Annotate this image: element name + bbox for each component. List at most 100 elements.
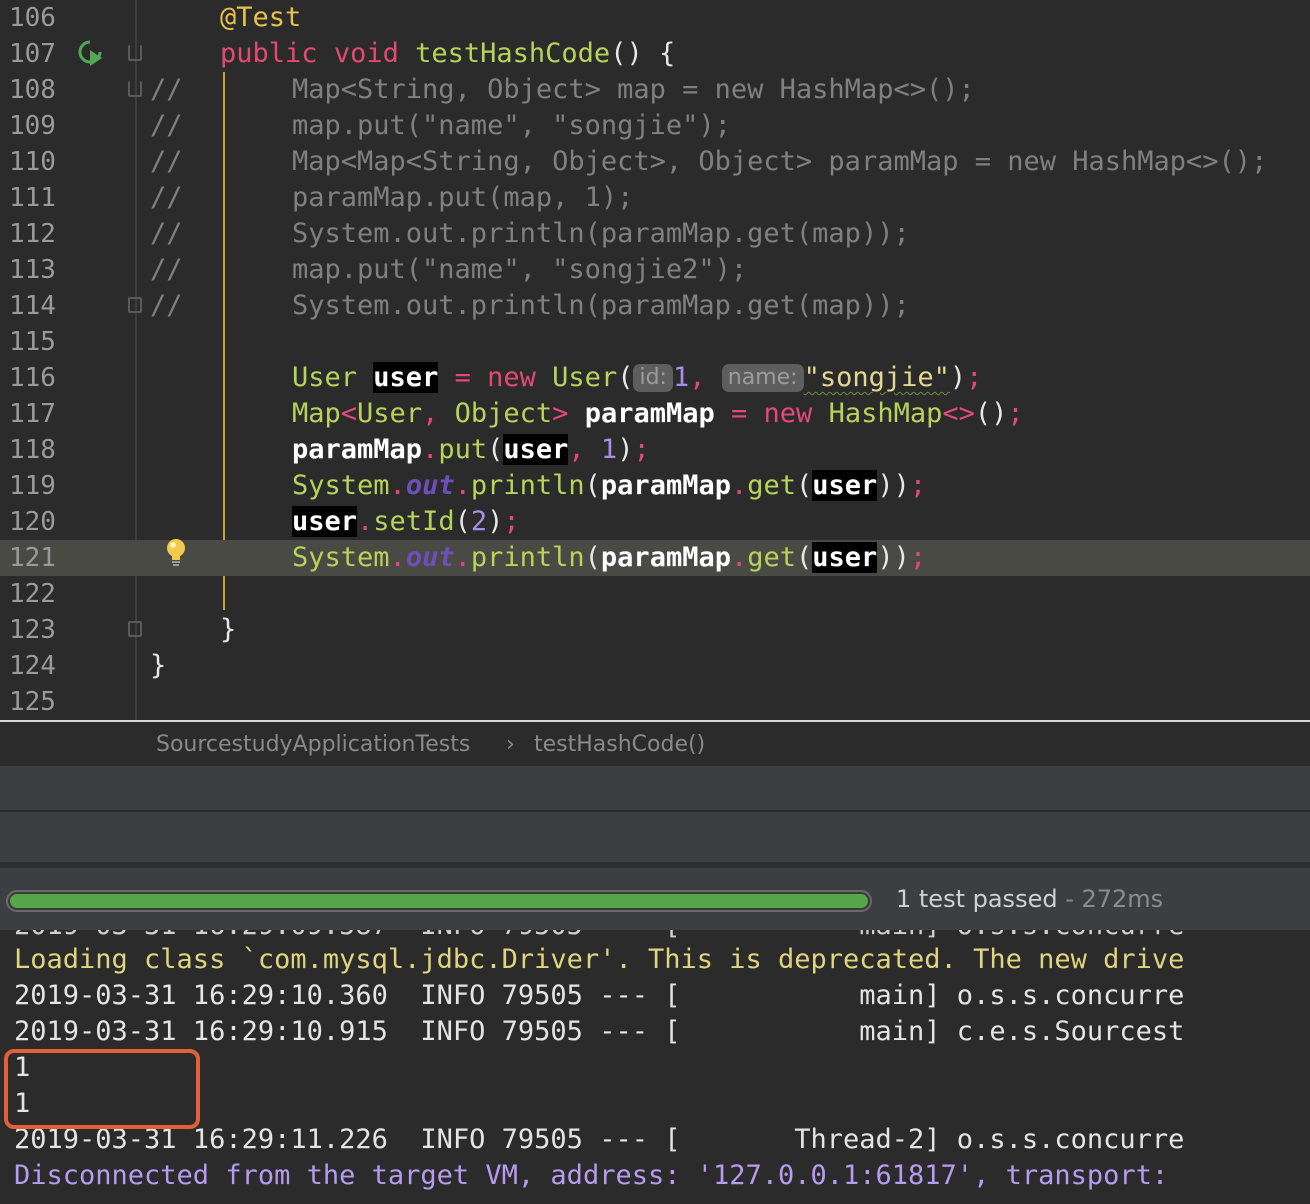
code-editor[interactable]: 106 @Test 107 public void testHashCode()…	[0, 0, 1310, 720]
comment-text: System.out.println(paramMap.get(map));	[292, 290, 910, 321]
line-number: 106	[9, 3, 56, 33]
method-call: put	[438, 434, 488, 465]
string-literal: "songjie"	[803, 362, 950, 393]
code-line-current[interactable]: 121 System.out.println(paramMap.get(user…	[0, 539, 1310, 576]
intention-bulb-icon[interactable]	[164, 536, 188, 568]
tool-window-toolbar	[0, 812, 1310, 868]
fold-marker-icon[interactable]	[128, 45, 142, 61]
console-line: Loading class `com.mysql.jdbc.Driver'. T…	[14, 944, 1185, 975]
code-line[interactable]: 114 // System.out.println(paramMap.get(m…	[0, 288, 1310, 324]
code-line[interactable]: 118 paramMap.put(user, 1);	[0, 432, 1310, 468]
comment-text: map.put("name", "songjie2");	[292, 254, 748, 285]
code-line[interactable]: 117 Map<User, Object> paramMap = new Has…	[0, 396, 1310, 432]
variable-user: user	[292, 506, 358, 537]
test-progress-fill	[10, 894, 868, 908]
comment-text: Map<String, Object> map = new HashMap<>(…	[292, 74, 975, 105]
number-literal: 1	[672, 362, 690, 393]
type-name: Object	[454, 398, 553, 429]
comment-text: map.put("name", "songjie");	[292, 110, 731, 141]
closing-brace: }	[220, 614, 237, 645]
test-results-bar: 1 test passed - 272ms	[0, 868, 1310, 930]
breadcrumb-class[interactable]: SourcestudyApplicationTests	[156, 732, 470, 757]
method-call: setId	[373, 506, 455, 537]
line-number: 119	[9, 471, 56, 501]
line-number: 110	[9, 147, 56, 177]
breadcrumb: SourcestudyApplicationTests › testHashCo…	[0, 720, 1310, 766]
code-line[interactable]: 106 @Test	[0, 0, 1310, 36]
line-number: 115	[9, 327, 56, 357]
comment-mark: //	[150, 290, 183, 321]
line-number: 111	[9, 183, 56, 213]
variable-parammap: paramMap	[584, 398, 715, 429]
static-field: out	[405, 470, 455, 501]
variable-parammap: paramMap	[292, 434, 423, 465]
method-call: println	[470, 542, 585, 573]
test-status: 1 test passed	[896, 885, 1058, 913]
line-number: 120	[9, 507, 56, 537]
fold-marker-icon[interactable]	[128, 81, 142, 97]
test-progress-bar	[6, 890, 872, 912]
line-number: 108	[9, 75, 56, 105]
param-hint-name: name:	[721, 364, 804, 392]
code-line[interactable]: 111 // paramMap.put(map, 1);	[0, 180, 1310, 216]
code-line[interactable]: 124 }	[0, 648, 1310, 684]
code-line[interactable]: 113 // map.put("name", "songjie2");	[0, 252, 1310, 288]
line-number: 124	[9, 651, 56, 681]
punctuation: () {	[610, 38, 676, 69]
code-line[interactable]: 119 System.out.println(paramMap.get(user…	[0, 468, 1310, 504]
code-line[interactable]: 125	[0, 684, 1310, 720]
keyword: public	[220, 38, 318, 69]
variable-parammap: paramMap	[600, 542, 731, 573]
code-line[interactable]: 123 }	[0, 612, 1310, 648]
annotation-highlight-box	[4, 1049, 200, 1129]
code-line[interactable]: 120 user.setId(2);	[0, 504, 1310, 540]
tool-window-header	[0, 766, 1310, 812]
code-line[interactable]: 115	[0, 324, 1310, 360]
line-number: 107	[9, 39, 56, 69]
static-field: out	[405, 542, 455, 573]
code-line[interactable]: 109 // map.put("name", "songjie");	[0, 108, 1310, 144]
type-name: User	[292, 362, 358, 393]
number-literal: 1	[600, 434, 618, 465]
comment-mark: //	[150, 74, 183, 105]
method-name: testHashCode	[415, 38, 611, 69]
comment-mark: //	[150, 254, 183, 285]
run-test-icon[interactable]	[76, 38, 106, 68]
comment-mark: //	[150, 182, 183, 213]
annotation: @Test	[220, 2, 302, 33]
type-name: User	[357, 398, 423, 429]
method-call: get	[747, 470, 797, 501]
console-line: 2019-03-31 16:29:10.915 INFO 79505 --- […	[14, 1016, 1185, 1047]
code-line[interactable]: 122	[0, 576, 1310, 612]
type-name: User	[552, 362, 618, 393]
code-line[interactable]: 112 // System.out.println(paramMap.get(m…	[0, 216, 1310, 252]
comment-mark: //	[150, 218, 183, 249]
line-number: 114	[9, 291, 56, 321]
keyword: new	[487, 362, 536, 393]
variable-parammap: paramMap	[600, 470, 731, 501]
param-hint-id: id:	[633, 364, 673, 392]
comment-mark: //	[150, 110, 183, 141]
console-line: Disconnected from the target VM, address…	[14, 1160, 1185, 1191]
variable-user: user	[503, 434, 569, 465]
type-name: Map	[292, 398, 341, 429]
breadcrumb-separator: ›	[506, 732, 515, 757]
comment-text: System.out.println(paramMap.get(map));	[292, 218, 910, 249]
console-line: 2019-03-31 16:29:10.360 INFO 79505 --- […	[14, 980, 1185, 1011]
code-line[interactable]: 116 User user = new User(id: 1, name: "son…	[0, 360, 1310, 396]
closing-brace: }	[150, 650, 167, 681]
comment-text: paramMap.put(map, 1);	[292, 182, 634, 213]
breadcrumb-method[interactable]: testHashCode()	[534, 732, 705, 757]
comment-text: Map<Map<String, Object>, Object> paramMa…	[292, 146, 1268, 177]
type-name: HashMap	[828, 398, 943, 429]
code-line[interactable]: 110 // Map<Map<String, Object>, Object> …	[0, 144, 1310, 180]
keyword: new	[763, 398, 813, 429]
code-line[interactable]: 108 // Map<String, Object> map = new Has…	[0, 72, 1310, 108]
type-name: System	[292, 542, 390, 573]
code-line[interactable]: 107 public void testHashCode() {	[0, 36, 1310, 72]
fold-marker-icon[interactable]	[128, 621, 142, 637]
fold-marker-icon[interactable]	[128, 297, 142, 313]
test-status-text: 1 test passed - 272ms	[896, 885, 1163, 913]
line-number: 109	[9, 111, 56, 141]
line-number: 123	[9, 615, 56, 645]
